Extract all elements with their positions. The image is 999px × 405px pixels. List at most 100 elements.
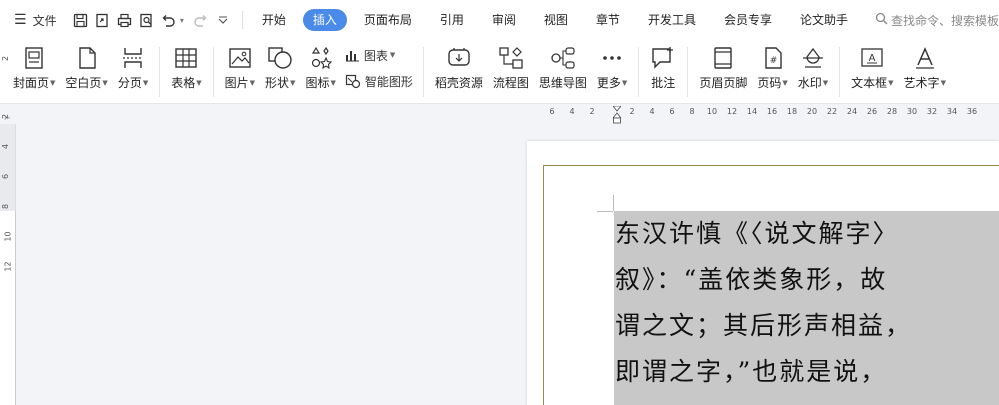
cover-page-label: 封面页 [13, 76, 50, 90]
indent-marker-icon[interactable] [613, 106, 621, 124]
ruler-tick: 16 [766, 107, 778, 116]
undo-dropdown-icon[interactable]: ▾ [180, 16, 190, 25]
document-line[interactable]: 东汉许慎《〈说文解字〉 [615, 211, 999, 257]
ruler-tick: 4 [569, 107, 575, 116]
ruler-tick: 34 [946, 107, 958, 116]
text-box-button[interactable]: A 文本框▼ [846, 44, 898, 91]
blank-page-label: 空白页 [65, 76, 102, 90]
ruler-tick: 28 [886, 107, 898, 116]
ruler-tick: 14 [746, 107, 758, 116]
vertical-ruler-tick: 2 [1, 113, 11, 120]
word-art-label: 艺术字 [903, 76, 940, 90]
smart-art-label: 智能图形 [364, 74, 413, 89]
document-line[interactable]: 叙》：“盖依类象形，故 [615, 257, 999, 303]
tab-7[interactable]: 开发工具 [637, 9, 707, 31]
search-icon [875, 12, 888, 28]
ruler-tick: 32 [926, 107, 938, 116]
docer-resources-icon [446, 44, 472, 72]
picture-button[interactable]: 图片▼ [220, 44, 260, 91]
cover-page-button[interactable]: 封面页▼ [8, 44, 60, 91]
insert-ribbon: 封面页▼ 空白页▼ 分页▼ 表格▼ 图片▼ 形状▼ 图标▼ 图表▼ 智能图形 [0, 40, 999, 104]
undo-icon[interactable] [158, 9, 180, 31]
watermark-button[interactable]: 水印▼ [793, 44, 833, 91]
search-placeholder: 查找命令、搜索模板 [890, 13, 999, 28]
save-icon[interactable] [70, 9, 92, 31]
tab-2[interactable]: 页面布局 [353, 9, 423, 31]
ruler-tick: 6 [549, 107, 555, 116]
menu-separator [241, 11, 243, 29]
tab-3[interactable]: 引用 [429, 9, 475, 31]
ruler-tick: 18 [786, 107, 798, 116]
word-art-icon [913, 44, 937, 72]
quick-access-toolbar: ▾ [70, 9, 234, 31]
ruler-tick: 4 [649, 107, 655, 116]
redo-icon[interactable] [190, 9, 212, 31]
vertical-ruler[interactable]: 2 2 4 6 8 10 12 [0, 56, 16, 405]
tab-0[interactable]: 开始 [251, 9, 297, 31]
page-number-label: 页码 [757, 76, 782, 90]
header-footer-label: 页眉页脚 [699, 76, 748, 90]
mind-map-icon [550, 44, 576, 72]
blank-page-button[interactable]: 空白页▼ [60, 44, 112, 91]
page-break-button[interactable]: 分页▼ [113, 44, 153, 91]
tab-9[interactable]: 论文助手 [789, 9, 859, 31]
comment-label: 批注 [651, 76, 676, 90]
menu-bar: ☰ 文件 ▾ 开始 插入 页面布局 引用 审阅 视图 章节 开发工具 会员专享 论文助手 [0, 0, 999, 40]
mind-map-button[interactable]: 思维导图 [534, 44, 592, 91]
comment-button[interactable]: 批注 [645, 44, 681, 91]
hamburger-icon: ☰ [14, 12, 27, 28]
comment-icon [650, 44, 676, 72]
icon-library-icon [309, 44, 333, 72]
ruler-tick: 6 [669, 107, 675, 116]
file-menu-button[interactable]: ☰ 文件 [0, 12, 70, 29]
flowchart-button[interactable]: 流程图 [488, 44, 534, 91]
ruler-tick: 2 [629, 107, 635, 116]
command-search[interactable]: 查找命令、搜索模板 [875, 12, 999, 29]
word-art-button[interactable]: 艺术字▼ [899, 44, 951, 91]
icon-button[interactable]: 图标▼ [300, 44, 340, 91]
document-body-text[interactable]: 东汉许慎《〈说文解字〉 叙》：“盖依类象形，故 谓之文；其后形声相益， 即谓之字，”也… [615, 219, 999, 405]
smart-art-button[interactable]: 智能图形 [345, 70, 413, 92]
svg-text:#: # [769, 56, 777, 66]
ruler-tick: 10 [706, 107, 718, 116]
chart-button[interactable]: 图表 ▼ [345, 44, 413, 66]
customize-toolbar-icon[interactable] [212, 9, 234, 31]
tab-4[interactable]: 审阅 [481, 9, 527, 31]
document-page[interactable]: 东汉许慎《〈说文解字〉 叙》：“盖依类象形，故 谓之文；其后形声相益， 即谓之字，”也… [527, 141, 999, 405]
more-label: 更多 [596, 76, 621, 90]
tab-8[interactable]: 会员专享 [713, 9, 783, 31]
vertical-ruler-tick: 2 [1, 55, 11, 62]
shape-button[interactable]: 形状▼ [260, 44, 300, 91]
ribbon-separator [159, 47, 161, 97]
docer-resources-button[interactable]: 稻壳资源 [430, 44, 488, 91]
horizontal-ruler[interactable]: 6 4 2 2 4 6 8 10 12 14 16 18 20 22 24 26 28 30 32 34 36 [527, 104, 999, 124]
table-label: 表格 [171, 76, 196, 90]
bar-chart-icon [345, 48, 360, 62]
tab-1[interactable]: 插入 [302, 9, 347, 31]
tab-6[interactable]: 章节 [585, 9, 631, 31]
ribbon-separator [422, 47, 424, 97]
document-line[interactable]: 谓之文；其后形声相益， [615, 303, 999, 349]
ruler-tick: 30 [906, 107, 918, 116]
header-footer-button[interactable]: 页眉页脚 [694, 44, 752, 91]
picture-label: 图片 [224, 76, 249, 90]
document-line[interactable]: 即谓之字，”也就是说， [615, 349, 999, 395]
shape-icon [267, 44, 293, 72]
ribbon-separator [687, 47, 689, 97]
header-footer-icon [712, 44, 734, 72]
docer-resources-label: 稻壳资源 [434, 76, 483, 90]
tab-5[interactable]: 视图 [533, 9, 579, 31]
page-number-button[interactable]: # 页码▼ [752, 44, 792, 91]
svg-text:A: A [869, 53, 876, 64]
table-button[interactable]: 表格▼ [166, 44, 206, 91]
print-icon[interactable] [114, 9, 136, 31]
export-pdf-icon[interactable] [92, 9, 114, 31]
blank-page-icon [76, 44, 98, 72]
more-button[interactable]: 更多▼ [592, 44, 632, 91]
flowchart-icon [498, 44, 524, 72]
vertical-ruler-tick: 10 [3, 231, 13, 242]
mind-map-label: 思维导图 [538, 76, 587, 90]
page-break-label: 分页 [117, 76, 142, 90]
page-break-icon [121, 44, 145, 72]
print-preview-icon[interactable] [136, 9, 158, 31]
